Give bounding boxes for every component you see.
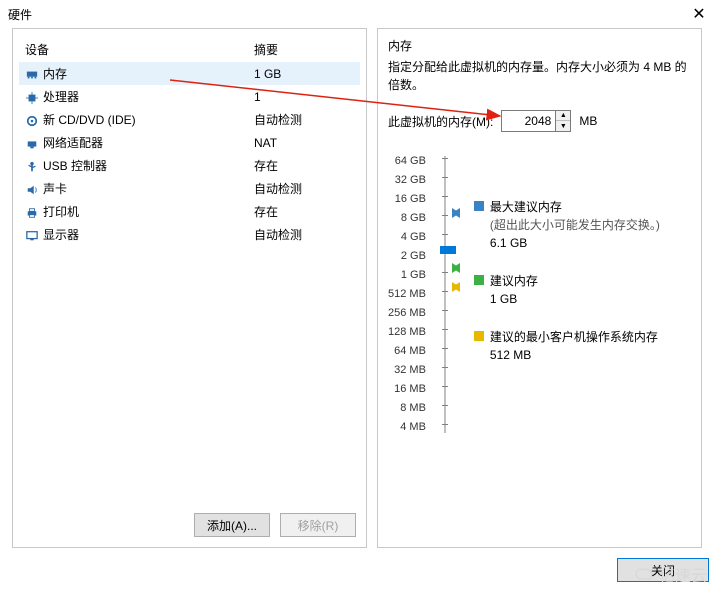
spin-down-icon[interactable]: ▼ (556, 121, 570, 131)
hardware-row[interactable]: 声卡 自动检测 (19, 177, 360, 200)
hw-summary: 自动检测 (248, 177, 360, 200)
tick-label: 512 MB (388, 285, 426, 304)
tick-label: 64 GB (388, 152, 426, 171)
spin-up-icon[interactable]: ▲ (556, 111, 570, 121)
tick-label: 1 GB (388, 266, 426, 285)
add-button[interactable]: 添加(A)... (194, 513, 270, 537)
hardware-row[interactable]: 新 CD/DVD (IDE) 自动检测 (19, 108, 360, 131)
window-title: 硬件 (8, 6, 32, 23)
memory-slider[interactable] (438, 152, 462, 437)
legend-max-note: (超出此大小可能发生内存交换。) (490, 216, 660, 234)
hardware-row[interactable]: 网络适配器 NAT (19, 131, 360, 154)
legend-max-value: 6.1 GB (490, 234, 660, 252)
tick-label: 256 MB (388, 304, 426, 323)
marker-max-r-icon (452, 208, 460, 218)
hw-name: 声卡 (43, 182, 67, 196)
remove-button: 移除(R) (280, 513, 356, 537)
tick-label: 4 MB (388, 418, 426, 437)
hw-summary: 1 (248, 85, 360, 108)
legend-min-sq (474, 331, 484, 341)
hw-name: 新 CD/DVD (IDE) (43, 113, 136, 127)
hw-summary: 存在 (248, 154, 360, 177)
tick-label: 16 MB (388, 380, 426, 399)
legend-rec-title: 建议内存 (490, 272, 538, 290)
hw-summary: 自动检测 (248, 223, 360, 246)
hardware-row[interactable]: 打印机 存在 (19, 200, 360, 223)
hw-summary: 1 GB (248, 62, 360, 85)
col-device: 设备 (19, 37, 248, 62)
tick-label: 16 GB (388, 190, 426, 209)
hw-summary: 存在 (248, 200, 360, 223)
close-button[interactable]: 关闭 (617, 558, 709, 582)
tick-label: 2 GB (388, 247, 426, 266)
hardware-row[interactable]: USB 控制器 存在 (19, 154, 360, 177)
tick-label: 32 MB (388, 361, 426, 380)
hardware-row[interactable]: 内存 1 GB (19, 62, 360, 85)
hardware-row[interactable]: 显示器 自动检测 (19, 223, 360, 246)
memory-unit: MB (579, 114, 597, 128)
legend-rec-sq (474, 275, 484, 285)
hw-summary: NAT (248, 131, 360, 154)
tick-label: 64 MB (388, 342, 426, 361)
legend-min-title: 建议的最小客户机操作系统内存 (490, 328, 658, 346)
legend-max-title: 最大建议内存 (490, 198, 660, 216)
hw-name: 处理器 (43, 90, 79, 104)
hw-summary: 自动检测 (248, 108, 360, 131)
memory-title: 内存 (388, 37, 691, 54)
slider-thumb[interactable] (440, 246, 456, 254)
hw-name: 打印机 (43, 205, 79, 219)
tick-label: 32 GB (388, 171, 426, 190)
hw-name: 网络适配器 (43, 136, 103, 150)
legend-max-sq (474, 201, 484, 211)
tick-label: 8 GB (388, 209, 426, 228)
tick-label: 128 MB (388, 323, 426, 342)
tick-label: 4 GB (388, 228, 426, 247)
hardware-table: 设备 摘要 内存1 GB处理器1新 CD/DVD (IDE)自动检测网络适配器N… (19, 37, 360, 246)
memory-panel: 内存 指定分配给此虚拟机的内存量。内存大小必须为 4 MB 的倍数。 此虚拟机的… (377, 28, 702, 548)
close-icon[interactable]: ✕ (679, 0, 719, 28)
legend-rec-value: 1 GB (490, 290, 538, 308)
hardware-row[interactable]: 处理器 1 (19, 85, 360, 108)
hw-name: USB 控制器 (43, 159, 107, 173)
memory-label: 此虚拟机的内存(M): (388, 113, 493, 130)
marker-rec-r-icon (452, 263, 460, 273)
legend: 最大建议内存 (超出此大小可能发生内存交换。) 6.1 GB 建议内存 1 GB (474, 152, 660, 437)
hw-name: 显示器 (43, 228, 79, 242)
hw-name: 内存 (43, 67, 67, 81)
slider-ticks: 64 GB32 GB16 GB8 GB4 GB2 GB1 GB512 MB256… (388, 152, 426, 437)
col-summary: 摘要 (248, 37, 360, 62)
hardware-panel: 设备 摘要 内存1 GB处理器1新 CD/DVD (IDE)自动检测网络适配器N… (12, 28, 367, 548)
memory-input[interactable] (501, 110, 556, 132)
memory-desc: 指定分配给此虚拟机的内存量。内存大小必须为 4 MB 的倍数。 (388, 58, 691, 94)
marker-min-r-icon (452, 282, 460, 292)
legend-min-value: 512 MB (490, 346, 658, 364)
tick-label: 8 MB (388, 399, 426, 418)
